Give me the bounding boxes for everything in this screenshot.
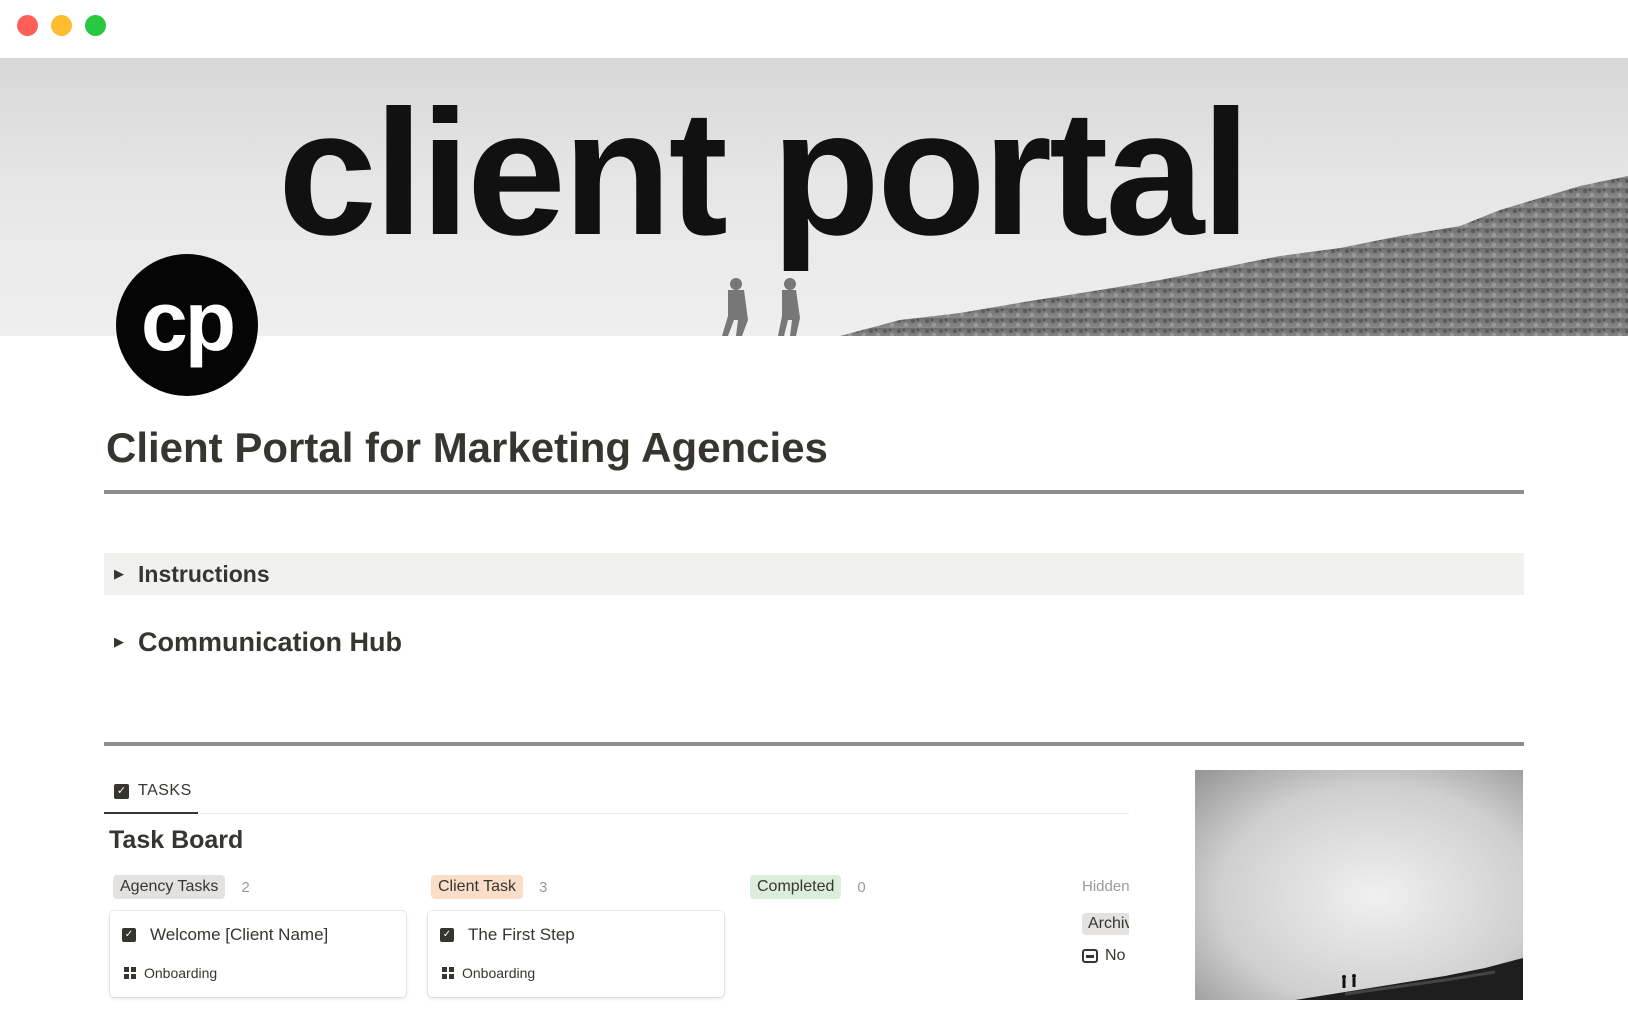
database-tab-bar: ✓ TASKS	[104, 770, 1129, 814]
hidden-groups-label: Hidden	[1082, 878, 1129, 895]
grid-icon	[442, 967, 454, 979]
toggle-instructions[interactable]: ▶ Instructions	[104, 553, 1524, 595]
page-icon[interactable]: cp	[116, 254, 258, 396]
checkbox-icon: ✓	[440, 928, 454, 942]
hidden-group-no-status[interactable]: No	[1082, 947, 1129, 965]
task-card[interactable]: ✓ The First Step Onboarding	[428, 911, 724, 997]
toggle-communication-hub[interactable]: ▶ Communication Hub	[104, 621, 1524, 663]
group-label: Agency Tasks	[113, 875, 226, 899]
close-window-button[interactable]	[17, 15, 38, 36]
side-photo	[1195, 770, 1523, 1000]
group-header-agency-tasks[interactable]: Agency Tasks 2	[113, 875, 250, 899]
divider	[104, 742, 1524, 746]
group-label: Completed	[750, 875, 842, 899]
page-title[interactable]: Client Portal for Marketing Agencies	[106, 424, 828, 472]
group-count: 3	[538, 878, 548, 896]
checkbox-icon: ✓	[122, 928, 136, 942]
group-header-completed[interactable]: Completed 0	[750, 875, 866, 899]
group-label: Client Task	[431, 875, 523, 899]
triangle-right-icon[interactable]: ▶	[114, 634, 126, 650]
toggle-label: Communication Hub	[138, 626, 402, 657]
board-title[interactable]: Task Board	[109, 826, 243, 855]
no-status-label: No	[1105, 947, 1126, 964]
hidden-group-archive[interactable]: Archive	[1082, 913, 1129, 935]
task-card-title: The First Step	[468, 925, 575, 944]
divider	[104, 490, 1524, 494]
group-count: 2	[241, 878, 250, 896]
group-header-client-task[interactable]: Client Task 3	[431, 875, 547, 899]
cover-title: client portal	[278, 73, 1251, 272]
toggle-label: Instructions	[138, 560, 270, 587]
inbox-icon	[1082, 949, 1098, 963]
tab-label: TASKS	[138, 782, 192, 799]
checkbox-icon: ✓	[114, 783, 129, 799]
group-count: 0	[857, 878, 866, 896]
task-card-tag: Onboarding	[462, 965, 536, 981]
grid-icon	[124, 967, 136, 979]
minimize-window-button[interactable]	[51, 15, 72, 36]
landscape-photo	[1195, 770, 1523, 1000]
task-card[interactable]: ✓ Welcome [Client Name] Onboarding	[110, 911, 406, 997]
tab-tasks[interactable]: ✓ TASKS	[104, 770, 198, 814]
triangle-right-icon[interactable]: ▶	[114, 566, 126, 582]
task-card-title: Welcome [Client Name]	[150, 925, 329, 944]
window-titlebar	[0, 0, 1628, 58]
zoom-window-button[interactable]	[85, 15, 106, 36]
hidden-groups: Hidden Archive No	[1082, 875, 1129, 965]
task-card-tag: Onboarding	[144, 965, 218, 981]
page-icon-text: cp	[140, 274, 236, 368]
